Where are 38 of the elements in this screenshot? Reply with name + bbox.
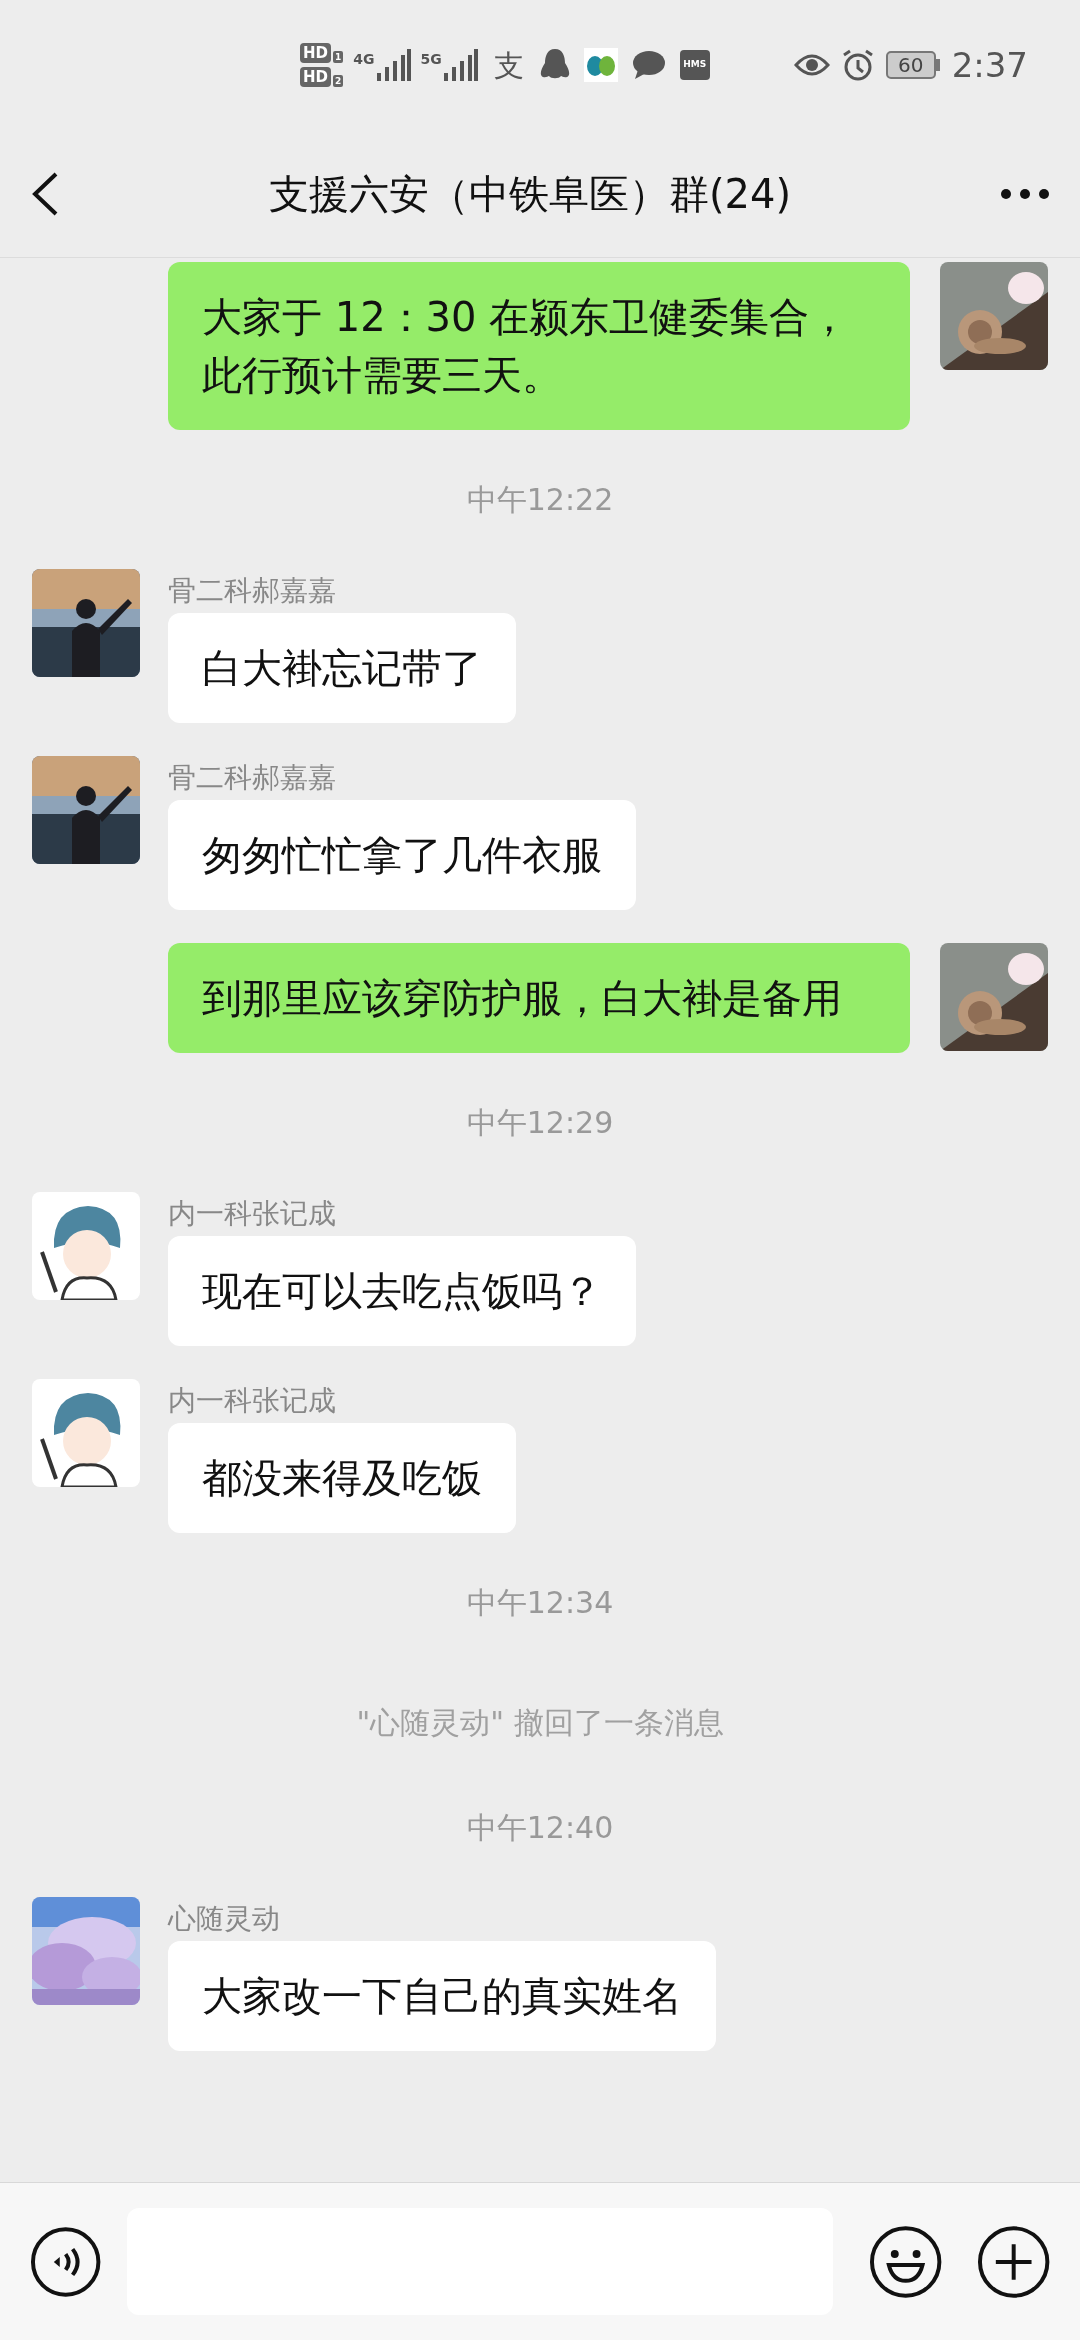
message-bubble: 现在可以去吃点饭吗？: [168, 1236, 636, 1346]
message-bubble: 都没来得及吃饭: [168, 1423, 516, 1533]
sender-name: 内一科张记成: [168, 1196, 336, 1232]
back-icon[interactable]: [30, 170, 60, 217]
sender-name: 心随灵动: [168, 1901, 280, 1937]
alarm-icon: [841, 49, 874, 81]
message-bubble: 大家改一下自己的真实姓名: [168, 1941, 716, 2051]
eye-icon: [793, 53, 830, 77]
timestamp: 中午12:40: [466, 1809, 614, 1847]
sim-slot: 1: [333, 51, 344, 63]
sender-name: 骨二科郝嘉嘉: [168, 573, 336, 609]
message-bubble: 到那里应该穿防护服，白大褂是备用: [168, 943, 910, 1053]
timestamp: 中午12:22: [466, 481, 614, 519]
message-bubble: 匆匆忙忙拿了几件衣服: [168, 800, 636, 910]
timestamp: 中午12:34: [466, 1584, 614, 1622]
message-bubble: 大家于 12：30 在颍东卫健委集合，此行预计需要三天。: [168, 262, 910, 430]
signal-icon: [443, 49, 478, 81]
timestamp: 中午12:29: [466, 1104, 614, 1142]
add-icon[interactable]: [976, 2224, 1050, 2299]
chat-bubble-icon: [631, 50, 666, 80]
chat-title: 支援六安（中铁阜医）群(24): [268, 169, 792, 219]
app-glyph: 支: [493, 46, 524, 85]
network-type: 4G: [353, 50, 375, 69]
recall-notice: "心随灵动" 撤回了一条消息: [356, 1704, 724, 1742]
more-icon[interactable]: [1000, 187, 1050, 200]
voice-icon[interactable]: [30, 2225, 102, 2298]
hms-badge: HMS: [679, 50, 710, 80]
sim-label: HD: [300, 43, 331, 63]
sender-name: 骨二科郝嘉嘉: [168, 760, 336, 796]
sim-slot: 2: [333, 75, 344, 87]
message-bubble: 白大褂忘记带了: [168, 613, 516, 723]
battery-level: 60: [885, 51, 936, 79]
sender-name: 内一科张记成: [168, 1383, 336, 1419]
sim-label: HD: [300, 67, 331, 87]
network-type: 5G: [420, 50, 442, 69]
emoji-icon[interactable]: [869, 2224, 943, 2299]
signal-icon: [376, 49, 411, 81]
clock-time: 2:37: [951, 43, 1028, 87]
